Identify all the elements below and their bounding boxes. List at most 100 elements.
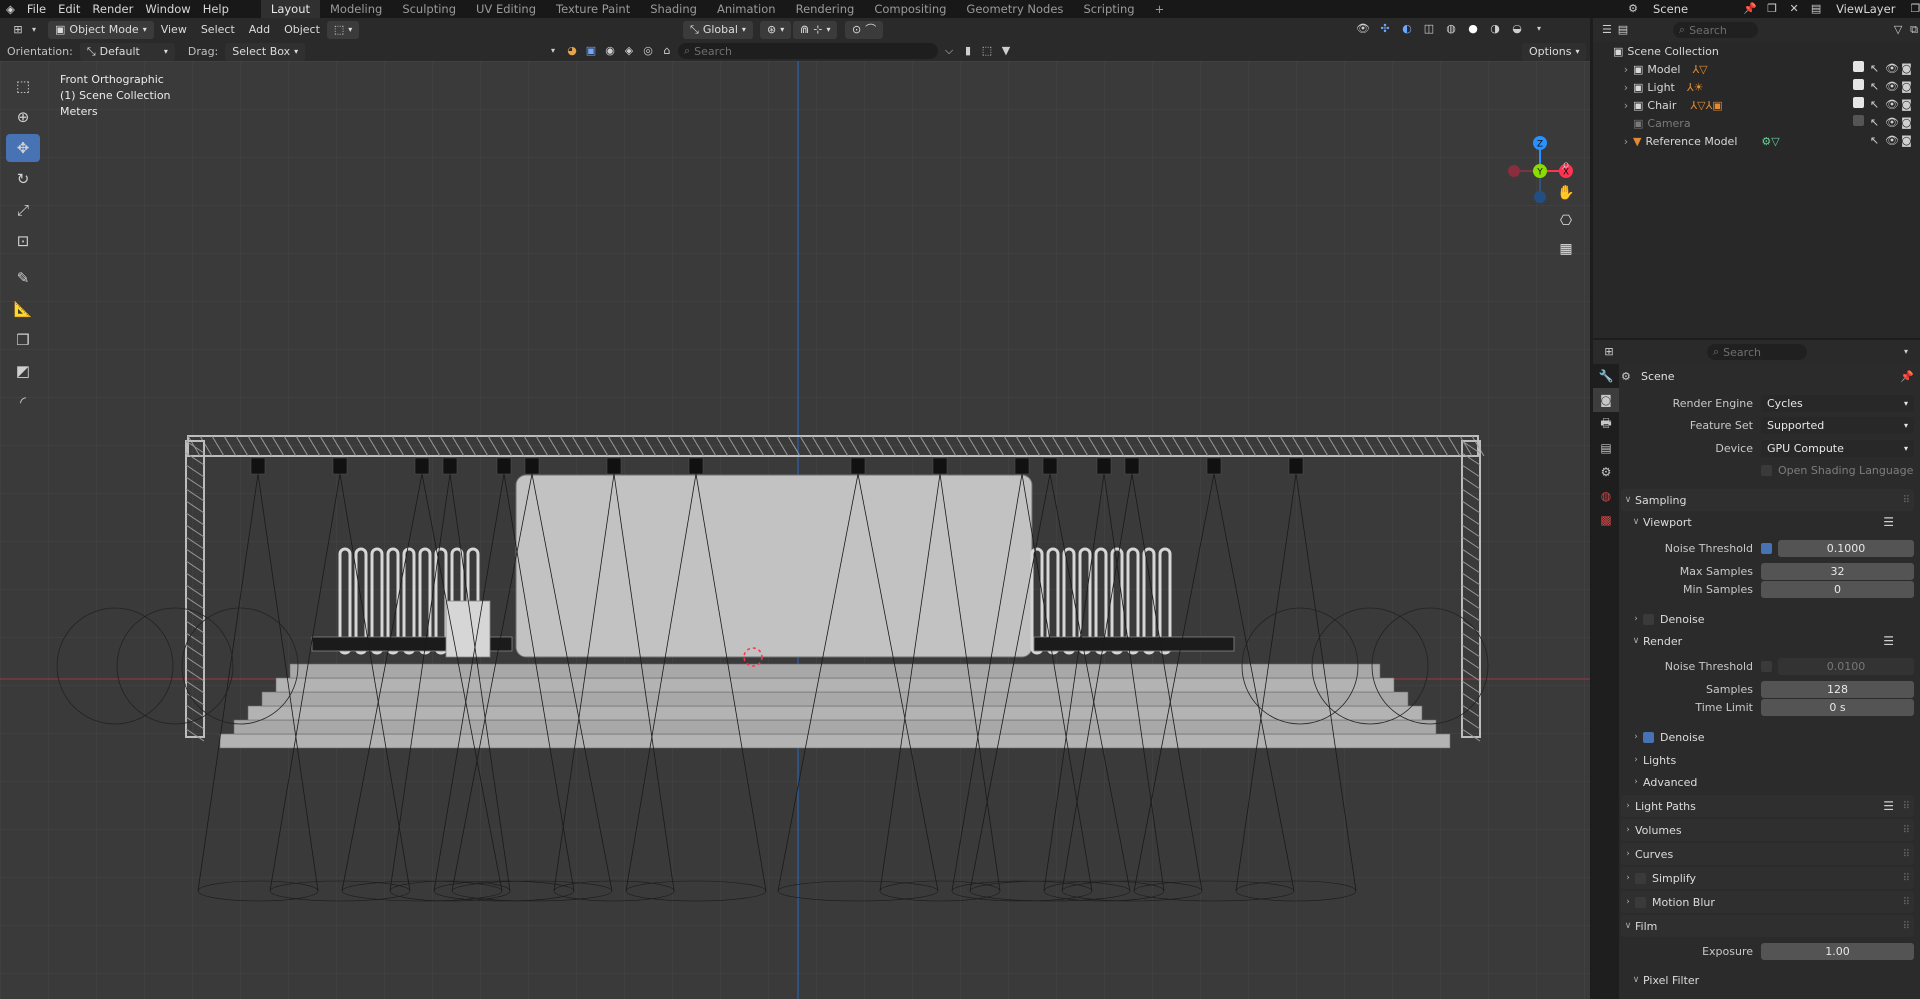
select-arrow-icon[interactable]: ↖ [1869, 133, 1880, 149]
bevel-tool-icon[interactable]: ◩ [6, 357, 40, 385]
camera-render-icon[interactable]: ◙ [1901, 115, 1912, 131]
select-arrow-icon[interactable]: ↖ [1869, 115, 1880, 131]
camera-render-icon[interactable]: ◙ [1901, 61, 1912, 77]
render-denoise-checkbox[interactable] [1643, 731, 1654, 743]
viewport-search-input[interactable]: ⌕ Search [678, 43, 938, 59]
sampling-panel-header[interactable]: ∨ Sampling ⠿ [1621, 489, 1914, 511]
snapping-dropdown[interactable]: ⋒ ⊹ ▾ [793, 21, 838, 39]
orientation-dropdown[interactable]: ⤡ Default ▾ [79, 42, 175, 61]
samples-field[interactable]: 128 [1761, 680, 1914, 698]
mode-dropdown[interactable]: ▣ Object Mode ▾ [48, 21, 154, 39]
menu-help[interactable]: Help [197, 0, 235, 18]
select-arrow-icon[interactable]: ↖ [1869, 97, 1880, 113]
gizmo-icon[interactable]: ✣ [1377, 21, 1393, 37]
measure-tool-icon[interactable]: 📐 [6, 295, 40, 323]
select-arrow-icon[interactable]: ↖ [1869, 61, 1880, 77]
drag-grip-icon[interactable]: ⠿ [1903, 495, 1910, 506]
menu-render[interactable]: Render [86, 0, 139, 18]
camera-render-icon[interactable]: ◙ [1901, 79, 1912, 95]
render-tab-icon[interactable]: ◙ [1593, 388, 1619, 412]
outliner-root[interactable]: ▣ Scene Collection [1593, 42, 1920, 60]
add-cube-tool-icon[interactable]: ❒ [6, 326, 40, 354]
menu-view[interactable]: View [154, 21, 194, 39]
blender-logo-icon[interactable]: ◈ [0, 0, 21, 18]
cursor-tool-icon[interactable]: ⊕ [6, 103, 40, 131]
scene-name[interactable]: Scene [1647, 0, 1694, 18]
bookmark-icon[interactable]: ▮ [960, 43, 976, 59]
camera-render-icon[interactable]: ◙ [1901, 97, 1912, 113]
vp-noise-threshold-checkbox[interactable] [1761, 542, 1772, 554]
min-samples-field[interactable]: 0 [1761, 580, 1914, 598]
select-arrow-icon[interactable]: ↖ [1869, 79, 1880, 95]
render-engine-dropdown[interactable]: Cycles ▾ [1761, 394, 1914, 412]
menu-object[interactable]: Object [277, 21, 327, 39]
menu-add[interactable]: Add [242, 21, 277, 39]
zoom-icon[interactable]: ⌕ [1553, 152, 1579, 178]
viewport-denoise-subpanel[interactable]: › Denoise [1629, 609, 1914, 629]
pin-icon[interactable]: 📌 [1742, 1, 1758, 17]
xray-icon[interactable]: ◫ [1421, 21, 1437, 37]
output-tab-icon[interactable]: 🖶 [1593, 412, 1619, 436]
device-dropdown[interactable]: GPU Compute ▾ [1761, 439, 1914, 457]
proportional-edit-dropdown[interactable]: ⊙ ⌒ [845, 21, 884, 39]
viewport-subpanel-header[interactable]: ∨ Viewport ☰ [1629, 512, 1914, 532]
select-box-tool-icon[interactable]: ⬚ [6, 72, 40, 100]
delete-scene-icon[interactable]: ✕ [1786, 1, 1802, 17]
presets-list-icon[interactable]: ☰ [1883, 634, 1894, 648]
outliner-item-camera[interactable]: ▣ Camera ↖ 👁 ◙ [1593, 114, 1920, 132]
feature-set-dropdown[interactable]: Supported ▾ [1761, 416, 1914, 434]
eye-icon[interactable]: 👁 [1885, 133, 1899, 149]
material-shading-icon[interactable]: ◑ [1487, 21, 1503, 37]
exposure-field[interactable]: 1.00 [1761, 942, 1914, 960]
drag-grip-icon[interactable]: ⠿ [1903, 801, 1910, 812]
eye-icon[interactable]: 👁 [1885, 115, 1899, 131]
visibility-icon[interactable]: 👁 [1355, 21, 1371, 37]
select-box-icon[interactable]: ⬚ [979, 43, 995, 59]
mesh-filter-icon[interactable]: ◉ [602, 43, 618, 59]
outliner-editor-icon[interactable]: ☰ [1601, 22, 1613, 38]
tab-geometry-nodes[interactable]: Geometry Nodes [956, 0, 1073, 18]
menu-select[interactable]: Select [194, 21, 242, 39]
tab-texture-paint[interactable]: Texture Paint [546, 0, 640, 18]
drag-grip-icon[interactable]: ⠿ [1903, 825, 1910, 836]
drag-grip-icon[interactable]: ⠿ [1903, 849, 1910, 860]
other-filter-icon[interactable]: ⌂ [659, 43, 675, 59]
drag-grip-icon[interactable]: ⠿ [1903, 897, 1910, 908]
simplify-panel[interactable]: › Simplify ⠿ [1621, 867, 1914, 889]
filter-toggle-icon[interactable]: ⌵ [941, 43, 957, 59]
light-filter-icon[interactable]: ◈ [621, 43, 637, 59]
tab-rendering[interactable]: Rendering [786, 0, 865, 18]
light-paths-panel[interactable]: › Light Paths ☰ ⠿ [1621, 795, 1914, 817]
chevron-down-icon[interactable]: ▾ [1531, 21, 1547, 37]
vp-denoise-checkbox[interactable] [1643, 613, 1654, 625]
properties-editor-icon[interactable]: ⊞ [1601, 344, 1617, 360]
render-noise-threshold-field[interactable]: 0.0100 [1778, 657, 1914, 675]
presets-list-icon[interactable]: ☰ [1883, 799, 1894, 813]
exclude-checkbox[interactable] [1853, 61, 1864, 72]
overlay-icon[interactable]: ◐ [1399, 21, 1415, 37]
new-scene-icon[interactable]: ❐ [1764, 1, 1780, 17]
scale-tool-icon[interactable]: ⤢ [6, 196, 40, 224]
motion-blur-panel[interactable]: › Motion Blur ⠿ [1621, 891, 1914, 913]
advanced-subpanel[interactable]: › Advanced [1629, 772, 1914, 792]
drag-grip-icon[interactable]: ⠿ [1903, 873, 1910, 884]
color-wheel-icon[interactable]: ◕ [564, 43, 580, 59]
camera-render-icon[interactable]: ◙ [1901, 133, 1912, 149]
new-view-layer-icon[interactable]: ❐ [1907, 1, 1920, 17]
scene-tab-icon[interactable]: ⚙ [1593, 460, 1619, 484]
camera-filter-icon[interactable]: ◎ [640, 43, 656, 59]
presets-list-icon[interactable]: ☰ [1883, 515, 1894, 529]
osl-checkbox[interactable] [1761, 464, 1772, 476]
tab-uv-editing[interactable]: UV Editing [466, 0, 546, 18]
scene-icon[interactable]: ⚙ [1625, 1, 1641, 17]
editor-type-icon[interactable]: ⊞ [10, 22, 26, 38]
tab-sculpting[interactable]: Sculpting [392, 0, 466, 18]
pixel-filter-subpanel[interactable]: ∨ Pixel Filter [1629, 970, 1914, 990]
move-tool-icon[interactable]: ✥ [6, 134, 40, 162]
view-layer-icon[interactable]: ▤ [1808, 1, 1824, 17]
outliner-search-input[interactable]: ⌕ Search [1672, 22, 1759, 38]
expand-icon[interactable]: › [1619, 135, 1633, 148]
outliner-item-chair[interactable]: › ▣ Chair ⅄▽⅄▣ ↖ 👁 ◙ [1593, 96, 1920, 114]
simplify-checkbox[interactable] [1635, 872, 1646, 884]
drag-dropdown[interactable]: Select Box ▾ [225, 42, 306, 61]
